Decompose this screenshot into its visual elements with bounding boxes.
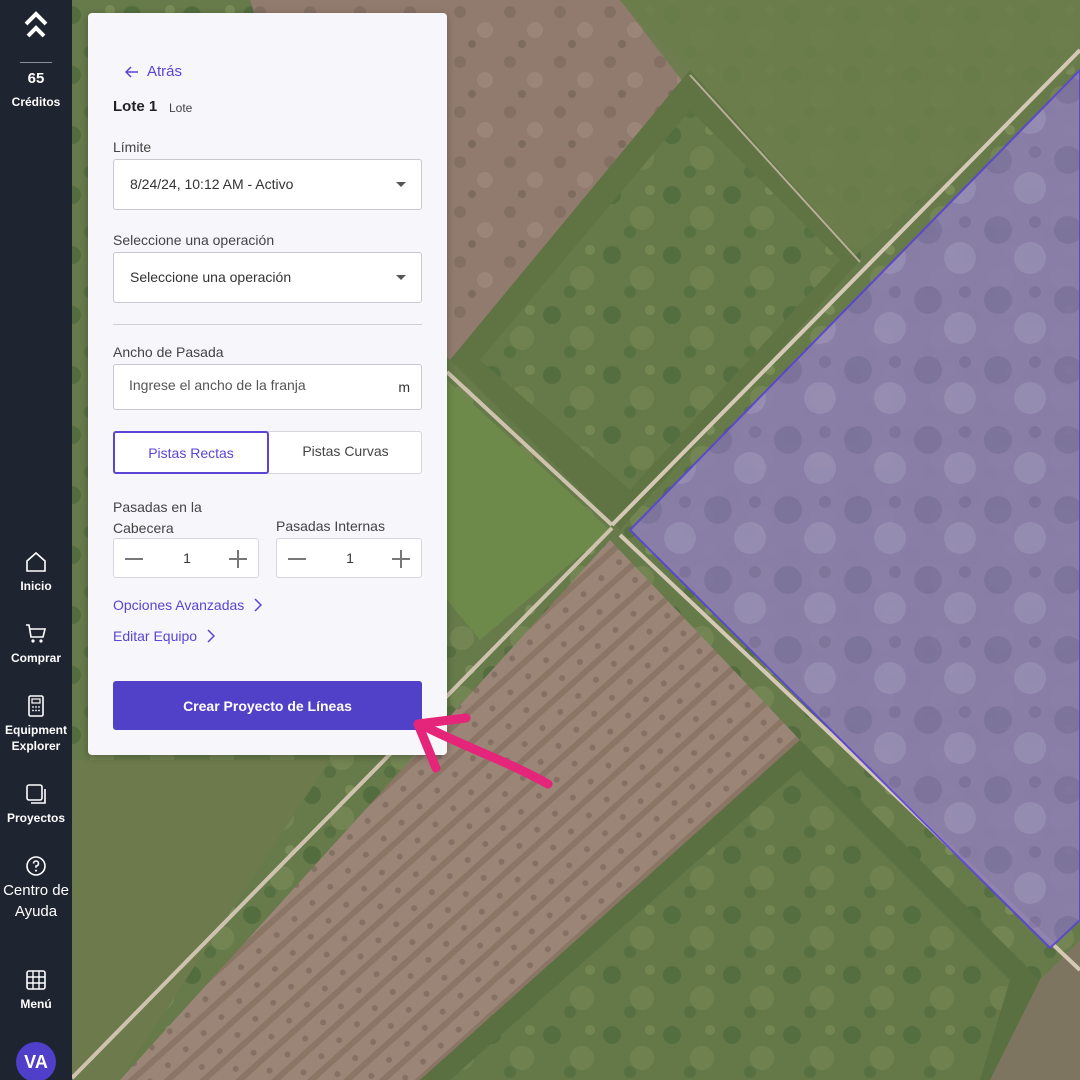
chevron-down-icon	[396, 182, 406, 187]
operation-select[interactable]: Seleccione una operación	[113, 252, 422, 303]
back-label: Atrás	[147, 63, 183, 80]
create-line-project-button[interactable]: Crear Proyecto de Líneas	[113, 681, 422, 730]
limit-select[interactable]: 8/24/24, 10:12 AM - Activo	[113, 159, 422, 210]
nav-item-centro-de-ayuda[interactable]: Centro de Ayuda	[0, 855, 72, 922]
edit-equipment-link[interactable]: Editar Equipo	[113, 628, 216, 644]
nav-label: Equipment Explorer	[5, 723, 67, 753]
straight-tracks-option[interactable]: Pistas Rectas	[113, 431, 269, 474]
swath-unit: m	[398, 379, 410, 395]
inner-decrement-button[interactable]	[277, 539, 317, 577]
chevron-down-icon	[396, 275, 406, 280]
nav-item-inicio[interactable]: Inicio	[0, 550, 72, 594]
nav-label: Inicio	[20, 579, 52, 593]
chevron-right-icon	[207, 629, 216, 643]
edit-equipment-label: Editar Equipo	[113, 628, 198, 644]
arrow-left-icon	[125, 65, 138, 78]
inner-value[interactable]: 1	[317, 550, 383, 566]
side-nav: 65 Créditos Inicio Comprar Equipment Exp…	[0, 0, 72, 1080]
home-icon	[26, 551, 46, 572]
limit-select-value: 8/24/24, 10:12 AM - Activo	[130, 176, 294, 192]
projects-icon	[26, 784, 46, 804]
inner-passes-stepper: 1	[276, 538, 422, 578]
credits-count: 65	[27, 70, 45, 87]
divider	[113, 324, 422, 325]
nav-item-comprar[interactable]: Comprar	[0, 622, 72, 666]
headland-increment-button[interactable]	[218, 539, 258, 577]
back-button[interactable]: Atrás	[125, 63, 182, 80]
headland-stepper: 1	[113, 538, 259, 578]
operation-select-value: Seleccione una operación	[130, 269, 292, 285]
line-project-panel: Atrás Lote 1 Lote Límite 8/24/24, 10:12 …	[88, 13, 447, 755]
avatar[interactable]: VA	[16, 1042, 56, 1080]
swath-width-input[interactable]	[129, 377, 379, 393]
headland-decrement-button[interactable]	[114, 539, 154, 577]
calculator-icon	[28, 695, 44, 717]
headland-value[interactable]: 1	[154, 550, 220, 566]
help-icon	[26, 856, 46, 876]
nav-item-menu[interactable]: Menú	[0, 968, 72, 1012]
track-type-toggle: Pistas Rectas Pistas Curvas	[113, 431, 422, 474]
limit-label: Límite	[113, 139, 152, 155]
inner-increment-button[interactable]	[381, 539, 421, 577]
nav-label: Menú	[20, 997, 52, 1011]
credits-label: Créditos	[11, 95, 61, 109]
nav-label: Proyectos	[6, 811, 66, 825]
lote-title: Lote 1	[113, 98, 158, 115]
logo-icon[interactable]	[22, 10, 50, 40]
nav-item-equipment-explorer[interactable]: Equipment Explorer	[0, 694, 72, 754]
grid-icon	[26, 970, 46, 990]
nav-item-proyectos[interactable]: Proyectos	[0, 782, 72, 826]
advanced-options-link[interactable]: Opciones Avanzadas	[113, 597, 263, 613]
nav-label: Centro de Ayuda	[3, 882, 69, 920]
nav-label: Comprar	[10, 651, 61, 665]
advanced-options-label: Opciones Avanzadas	[113, 597, 245, 613]
inner-passes-label: Pasadas Internas	[276, 518, 385, 534]
lote-type: Lote	[169, 101, 193, 115]
swath-label: Ancho de Pasada	[113, 344, 224, 360]
nav-divider	[20, 62, 52, 63]
headland-label: Pasadas en la Cabecera	[113, 499, 202, 536]
swath-input-wrapper: m	[113, 364, 422, 410]
operation-label: Seleccione una operación	[113, 232, 275, 248]
chevron-right-icon	[254, 598, 263, 612]
cart-icon	[26, 624, 47, 643]
curved-tracks-option[interactable]: Pistas Curvas	[269, 431, 422, 474]
